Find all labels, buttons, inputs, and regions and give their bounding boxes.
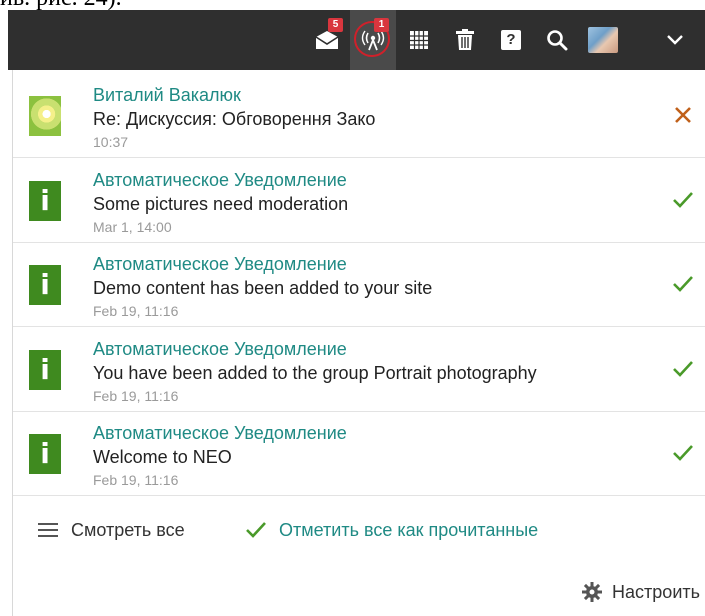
notification-message: You have been added to the group Portrai… bbox=[93, 362, 537, 383]
notification-item[interactable]: Виталий Вакалюк Re: Дискуссия: Обговоренн… bbox=[13, 74, 705, 158]
messages-button[interactable]: 5 bbox=[304, 10, 350, 70]
notification-message: Welcome to NEO bbox=[93, 447, 232, 467]
notifications-badge: 1 bbox=[374, 18, 389, 32]
notification-sender[interactable]: Автоматическое Уведомление bbox=[93, 423, 347, 444]
avatar bbox=[588, 27, 618, 53]
info-icon: i bbox=[29, 434, 61, 474]
notification-time: 10:37 bbox=[93, 134, 129, 150]
list-icon bbox=[38, 523, 58, 537]
search-button[interactable] bbox=[534, 10, 580, 70]
notification-sender[interactable]: Автоматическое Уведомление bbox=[93, 254, 347, 275]
help-button[interactable]: ? bbox=[488, 10, 534, 70]
top-toolbar: 5 1 ? bbox=[8, 10, 705, 70]
mark-read-button[interactable] bbox=[670, 356, 696, 382]
check-icon bbox=[673, 191, 693, 208]
notification-message: Demo content has been added to your site bbox=[93, 278, 433, 298]
check-icon bbox=[673, 445, 693, 461]
notification-item[interactable]: i Автоматическое Уведомление Demo content … bbox=[13, 243, 705, 327]
avatar-button[interactable] bbox=[580, 10, 626, 70]
panel-footer: Смотреть все Отметить все как прочитанны… bbox=[13, 498, 705, 558]
help-icon: ? bbox=[501, 30, 521, 50]
notification-item[interactable]: i Автоматическое Уведомление You have been… bbox=[13, 328, 705, 412]
view-all-link[interactable]: Смотреть все bbox=[37, 518, 185, 542]
check-icon bbox=[246, 522, 266, 538]
mark-read-button[interactable] bbox=[670, 187, 696, 213]
mark-read-button[interactable] bbox=[670, 271, 696, 297]
search-icon bbox=[547, 30, 568, 51]
calendar-grid-icon bbox=[410, 31, 428, 49]
notification-time: Mar 1, 14:00 bbox=[93, 218, 172, 235]
page-caption: ив. рис. 24). bbox=[0, 0, 260, 10]
notification-time: Feb 19, 11:16 bbox=[93, 387, 179, 404]
notification-message: Some pictures need moderation bbox=[93, 193, 349, 214]
trash-icon bbox=[456, 29, 474, 50]
mark-all-read-link[interactable]: Отметить все как прочитанные bbox=[245, 518, 538, 542]
account-menu-button[interactable] bbox=[652, 10, 698, 70]
notifications-button[interactable]: 1 bbox=[350, 10, 396, 70]
notification-time: Feb 19, 11:16 bbox=[93, 472, 179, 488]
notifications-panel: Виталий Вакалюк Re: Дискуссия: Обговоренн… bbox=[12, 70, 705, 616]
calendar-button[interactable] bbox=[396, 10, 442, 70]
info-icon: i bbox=[29, 349, 61, 390]
trash-button[interactable] bbox=[442, 10, 488, 70]
notification-message: Re: Дискуссия: Обговорення Зако bbox=[93, 109, 376, 129]
notification-sender[interactable]: Автоматическое Уведомление bbox=[93, 170, 347, 191]
settings-link[interactable]: Настроить bbox=[582, 580, 700, 604]
chevron-down-icon bbox=[667, 35, 683, 45]
gear-icon bbox=[582, 582, 603, 602]
notification-item[interactable]: i Автоматическое Уведомление Welcome to NE… bbox=[13, 412, 705, 496]
info-icon: i bbox=[29, 265, 61, 305]
mark-all-read-label: Отметить все как прочитанные bbox=[279, 519, 539, 540]
check-icon bbox=[673, 276, 693, 292]
info-icon: i bbox=[29, 180, 61, 221]
check-icon bbox=[673, 360, 693, 377]
view-all-label: Смотреть все bbox=[71, 519, 185, 540]
notification-sender[interactable]: Автоматическое Уведомление bbox=[93, 339, 347, 360]
notification-time: Feb 19, 11:16 bbox=[93, 303, 179, 319]
dismiss-button[interactable] bbox=[670, 102, 696, 128]
messages-badge: 5 bbox=[328, 18, 343, 32]
mail-icon bbox=[315, 31, 339, 49]
close-icon bbox=[675, 107, 691, 123]
mark-read-button[interactable] bbox=[670, 440, 696, 466]
notification-sender[interactable]: Виталий Вакалюк bbox=[93, 85, 241, 106]
photo-thumbnail bbox=[29, 96, 61, 136]
settings-label: Настроить bbox=[612, 581, 700, 602]
notification-item[interactable]: i Автоматическое Уведомление Some pictures… bbox=[13, 159, 705, 243]
